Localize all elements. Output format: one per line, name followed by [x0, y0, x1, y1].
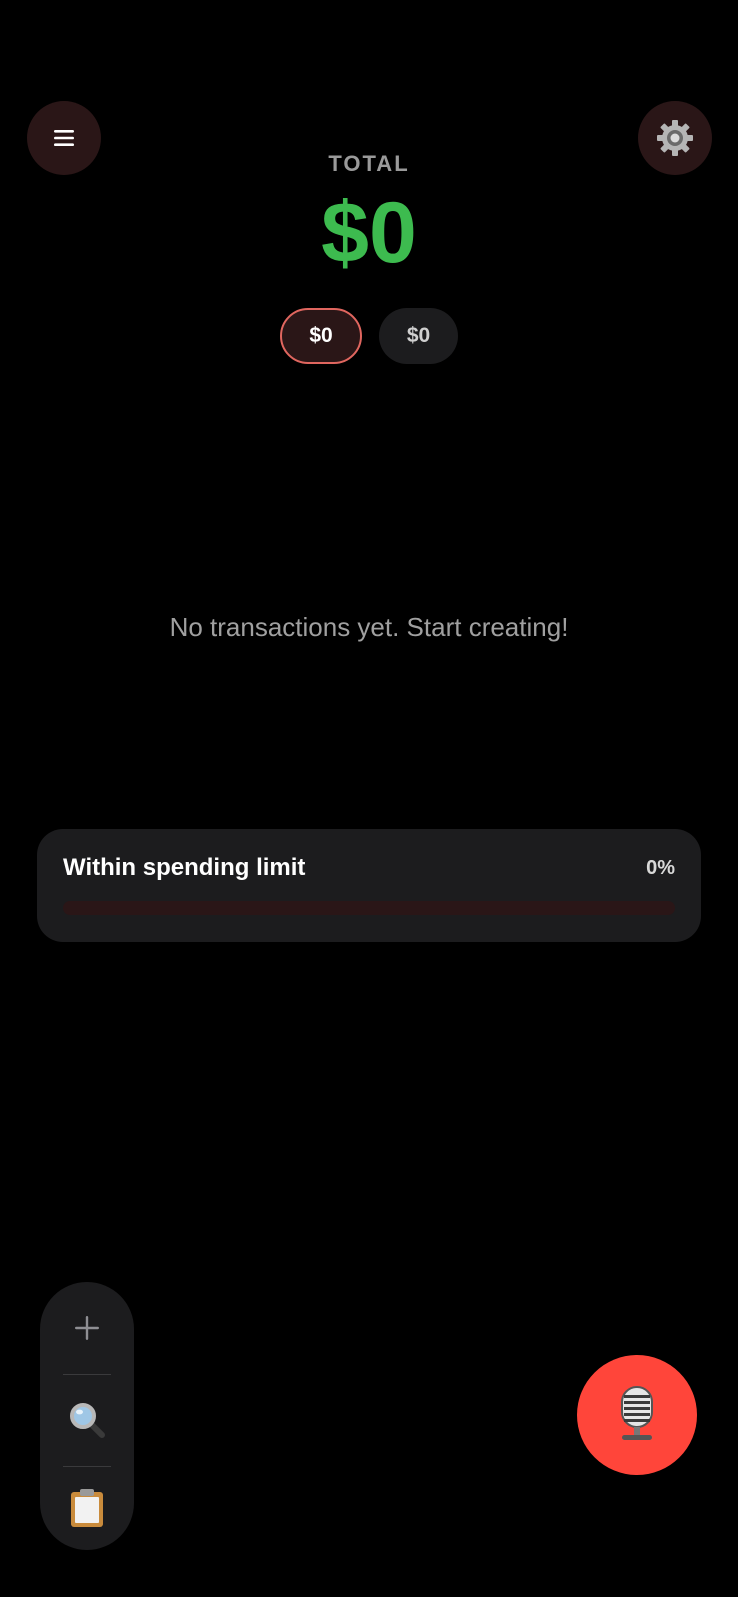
hamburger-menu-icon [54, 130, 74, 146]
clipboard-button[interactable] [40, 1466, 134, 1550]
spending-limit-percent: 0% [646, 857, 675, 879]
amount-filter-pill-selected[interactable]: $0 [280, 308, 362, 364]
empty-state-message: No transactions yet. Start creating! [169, 612, 569, 642]
add-transaction-button[interactable] [40, 1282, 134, 1374]
total-label: TOTAL [328, 151, 410, 176]
voice-input-button[interactable] [577, 1355, 697, 1475]
spending-limit-title: Within spending limit [63, 854, 306, 881]
magnifier-icon [70, 1403, 105, 1438]
search-button[interactable] [40, 1374, 134, 1466]
total-amount: $0 [321, 185, 417, 281]
spending-limit-progress-bar [63, 901, 675, 915]
microphone-icon [621, 1386, 653, 1440]
plus-icon [75, 1316, 99, 1340]
spending-limit-card: Within spending limit 0% [37, 829, 701, 942]
quick-actions-toolbar [40, 1282, 134, 1550]
amount-filter-pill[interactable]: $0 [379, 308, 458, 364]
clipboard-icon [71, 1489, 103, 1527]
